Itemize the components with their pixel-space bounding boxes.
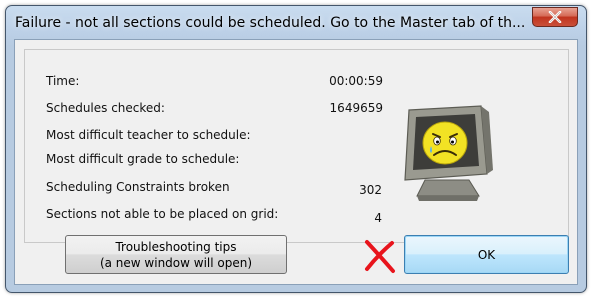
troubleshooting-tips-button[interactable]: Troubleshooting tips (a new window will … <box>65 235 287 274</box>
difficult-grade-label: Most difficult grade to schedule: <box>46 152 240 166</box>
schedules-checked-value: 1649659 <box>329 101 383 115</box>
troubleshooting-tips-label: Troubleshooting tips <box>115 239 237 254</box>
close-icon <box>548 11 562 23</box>
troubleshooting-tips-sublabel: (a new window will open) <box>99 255 253 270</box>
close-button[interactable] <box>532 7 578 27</box>
dialog-window: Failure - not all sections could be sche… <box>5 5 587 293</box>
sections-unplaced-value: 4 <box>374 211 382 225</box>
red-x-mark <box>365 240 395 273</box>
constraints-broken-value: 302 <box>359 183 382 197</box>
dialog-body: Time: 00:00:59 Schedules checked: 164965… <box>14 39 578 285</box>
time-label: Time: <box>46 74 80 88</box>
schedules-checked-label: Schedules checked: <box>46 101 165 115</box>
ok-button-label: OK <box>477 247 496 262</box>
sections-unplaced-label: Sections not able to be placed on grid: <box>46 207 279 221</box>
ok-button[interactable]: OK <box>404 235 569 274</box>
difficult-teacher-label: Most difficult teacher to schedule: <box>46 128 251 142</box>
window-title: Failure - not all sections could be sche… <box>15 15 526 31</box>
time-value: 00:00:59 <box>329 74 383 88</box>
sad-computer-icon <box>404 105 493 201</box>
title-bar[interactable]: Failure - not all sections could be sche… <box>6 6 586 40</box>
constraints-broken-label: Scheduling Constraints broken <box>46 180 230 194</box>
